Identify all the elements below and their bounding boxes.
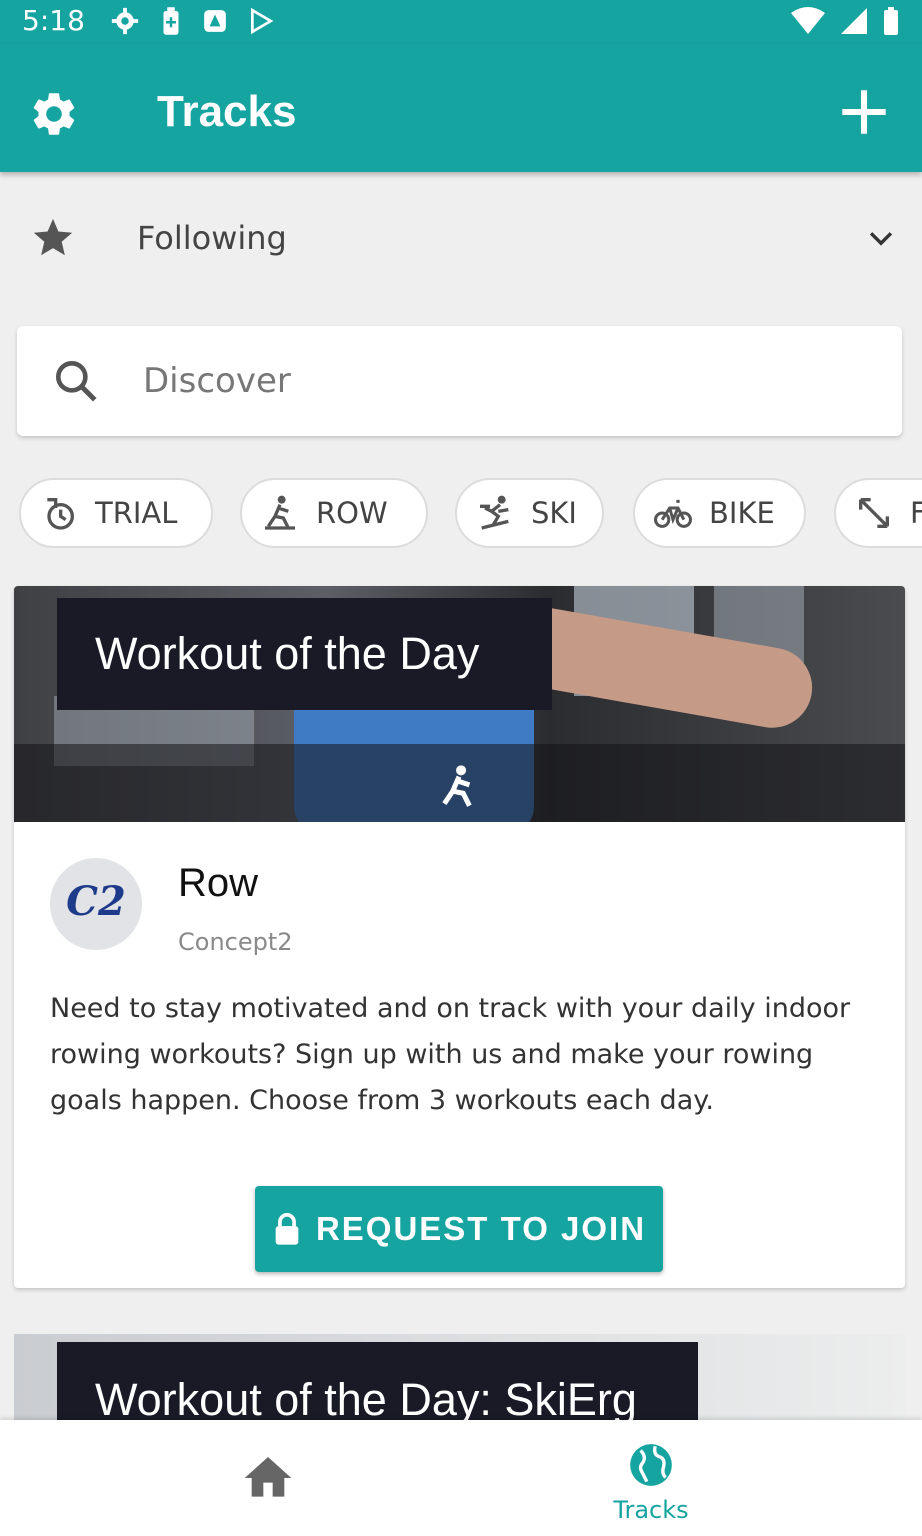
- banner-title: Workout of the Day: SkiErg: [95, 1374, 637, 1420]
- search-icon: [56, 361, 97, 402]
- chip-ski-label: SKI: [531, 496, 577, 530]
- expand-arrows-icon: [859, 498, 889, 528]
- following-label: Following: [137, 219, 287, 257]
- discover-search[interactable]: [17, 326, 902, 436]
- nav-home[interactable]: [240, 1450, 300, 1510]
- status-system-icons: [790, 6, 900, 36]
- signal-icon: [841, 8, 867, 34]
- app-notification-icon: [204, 10, 226, 32]
- chip-more-label: F: [910, 496, 922, 530]
- chip-trial[interactable]: TRIAL: [19, 478, 213, 548]
- track-description: Need to stay motivated and on track with…: [50, 993, 851, 1116]
- track-card-row[interactable]: Workout of the Day C2 Row Concept2 Need …: [14, 586, 905, 1288]
- category-chips: TRIAL ROW SKI BIKE F: [0, 474, 922, 554]
- play-store-icon: [250, 8, 274, 34]
- nav-tracks-label: Tracks: [613, 1496, 689, 1524]
- banner-title-box: Workout of the Day: SkiErg: [57, 1342, 698, 1420]
- track-owner: Concept2: [178, 928, 293, 956]
- status-bar: 5:18: [0, 0, 922, 44]
- request-to-join-button[interactable]: REQUEST TO JOIN: [255, 1186, 663, 1272]
- nav-tracks[interactable]: Tracks: [590, 1440, 712, 1536]
- track-card-skierg[interactable]: Workout of the Day: SkiErg: [14, 1334, 905, 1420]
- bike-icon: [654, 499, 692, 528]
- wifi-icon: [791, 7, 825, 34]
- banner-title: Workout of the Day: [95, 628, 480, 679]
- star-icon: [33, 218, 73, 256]
- chip-bike[interactable]: BIKE: [633, 478, 806, 548]
- bottom-navigation: Tracks: [0, 1420, 922, 1536]
- app-bar: Tracks: [0, 44, 922, 172]
- logo-text: C2: [66, 878, 126, 925]
- chip-ski[interactable]: SKI: [455, 478, 604, 548]
- concept2-logo: C2: [50, 858, 142, 950]
- settings-status-icon: [111, 7, 139, 35]
- chevron-down-icon: [869, 232, 893, 246]
- battery-saver-icon: [163, 7, 179, 35]
- page-title: Tracks: [157, 87, 297, 136]
- chip-row-label: ROW: [316, 496, 388, 530]
- following-dropdown[interactable]: Following: [0, 192, 922, 286]
- rower-icon: [442, 765, 472, 807]
- banner-title-box: Workout of the Day: [57, 598, 552, 710]
- rower-icon: [265, 495, 295, 530]
- workout-banner-image: Workout of the Day: [14, 586, 905, 822]
- lock-icon: [275, 1213, 299, 1245]
- status-time: 5:18: [22, 4, 85, 37]
- search-input[interactable]: [143, 354, 843, 408]
- status-notification-icons: [110, 6, 274, 36]
- chip-more[interactable]: F: [834, 478, 922, 548]
- chip-bike-label: BIKE: [709, 496, 775, 530]
- add-icon[interactable]: [836, 84, 892, 140]
- battery-icon: [884, 7, 898, 35]
- settings-icon[interactable]: [28, 88, 80, 140]
- chip-row[interactable]: ROW: [240, 478, 428, 548]
- skier-icon: [480, 495, 509, 530]
- trial-timer-icon: [47, 498, 74, 530]
- chip-trial-label: TRIAL: [95, 496, 178, 530]
- globe-icon: [630, 1444, 672, 1486]
- request-to-join-label: REQUEST TO JOIN: [315, 1210, 647, 1247]
- home-icon: [244, 1457, 292, 1497]
- track-title: Row: [178, 861, 259, 905]
